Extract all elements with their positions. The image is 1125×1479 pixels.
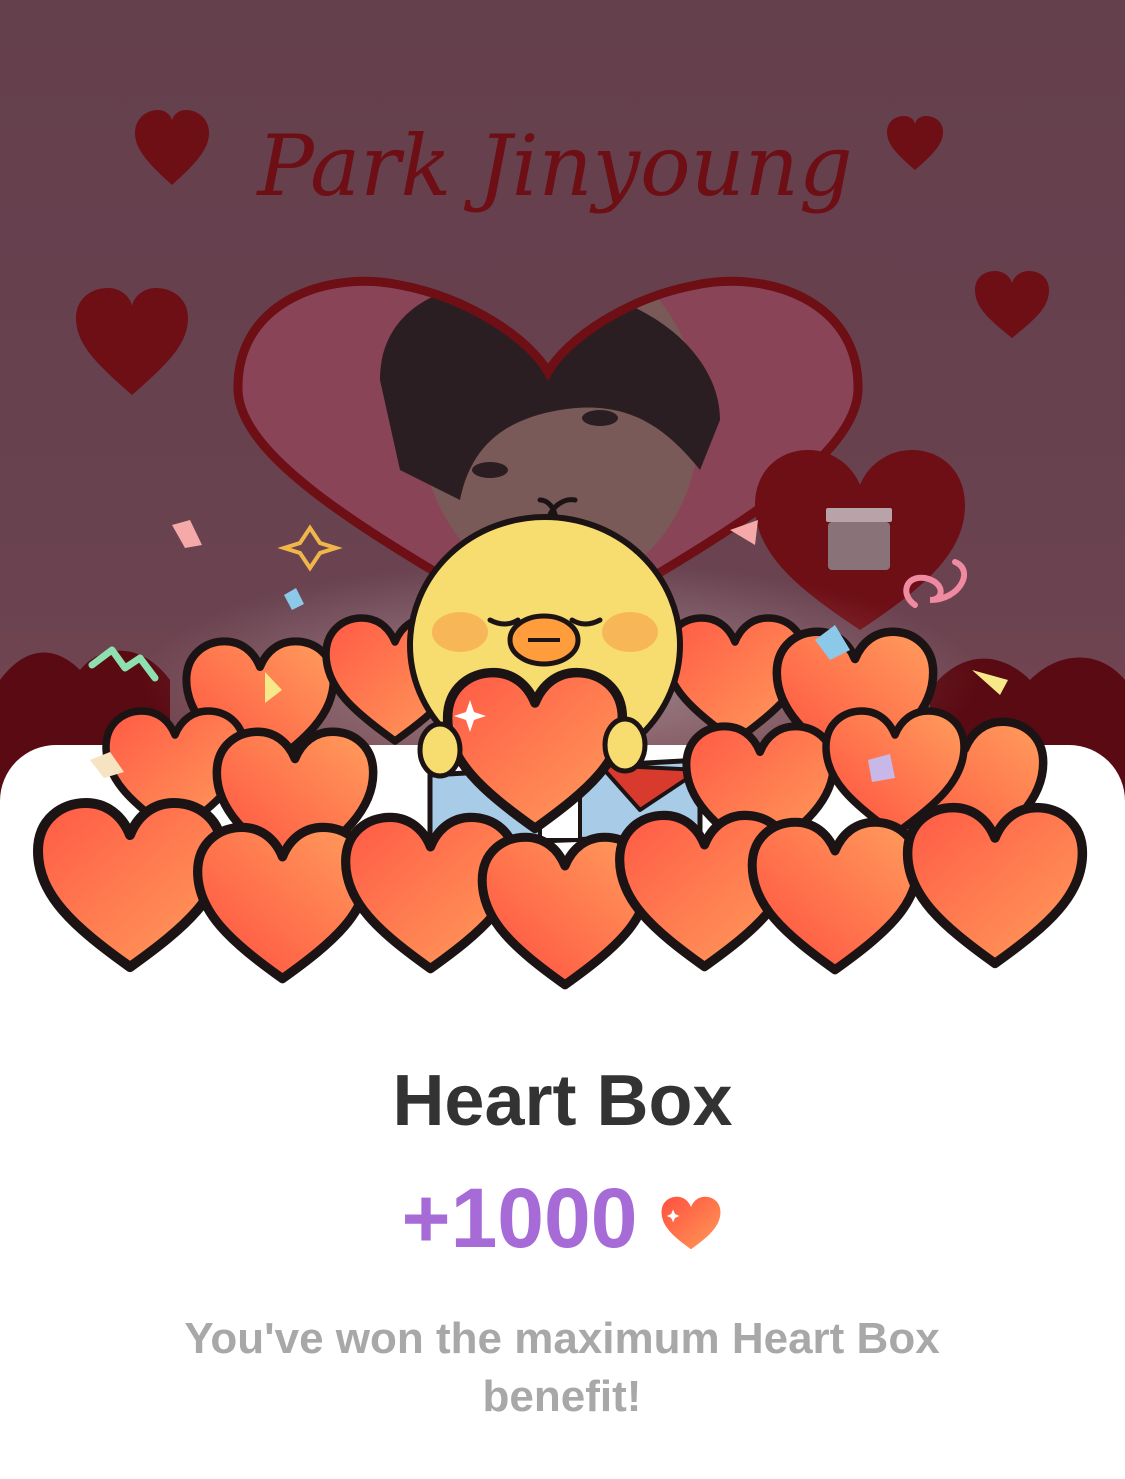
heart-box-screen: Park Jinyoung Heart Box +1000 You've won… <box>0 0 1125 1479</box>
popup-title: Heart Box <box>392 1061 733 1141</box>
reward-row: +1000 <box>0 1170 1125 1267</box>
reward-amount: +1000 <box>401 1171 638 1265</box>
reward-message: You've won the maximum Heart Box benefit… <box>184 1314 940 1421</box>
heart-icon <box>662 1196 721 1249</box>
heart-box-illustration <box>0 497 1125 1000</box>
